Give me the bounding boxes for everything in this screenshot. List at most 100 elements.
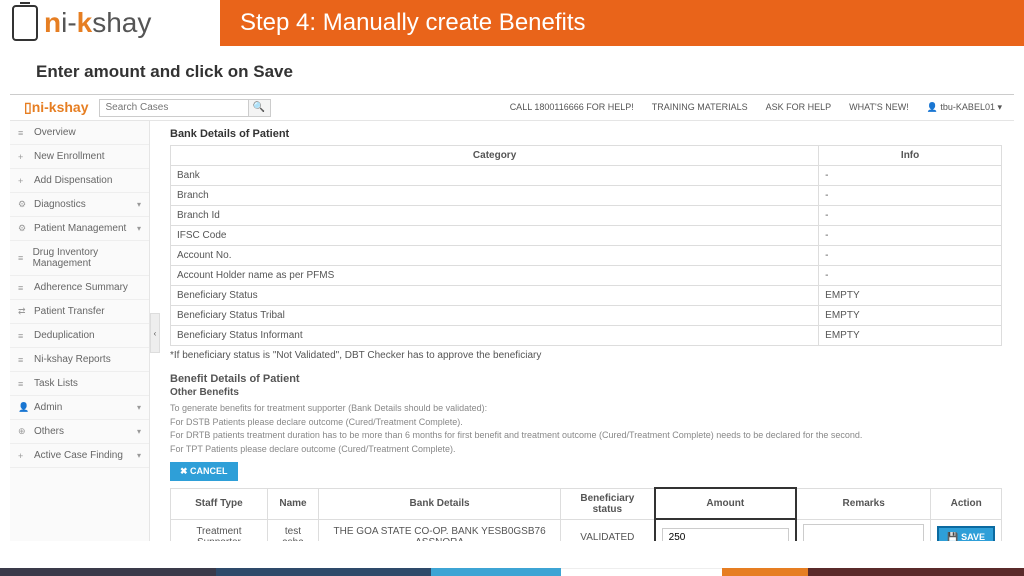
bank-th-category: Category [171,146,819,166]
th-status: Beneficiary status [561,488,655,519]
sidebar-icon: + [18,176,28,186]
bank-cat: Branch Id [171,206,819,226]
sidebar-icon: ≡ [18,355,28,365]
bank-info: - [819,246,1002,266]
bank-cat: Account No. [171,246,819,266]
sidebar-item-8[interactable]: ≡ Deduplication [10,324,149,348]
training-link[interactable]: TRAINING MATERIALS [652,102,748,113]
sidebar-item-3[interactable]: ⚙Diagnostics▾ [10,193,149,217]
bank-cat: Branch [171,186,819,206]
chevron-down-icon: ▾ [137,451,141,460]
cell-amount [655,519,796,541]
sidebar-item-1[interactable]: +New Enrollment [10,145,149,169]
hint-line: For DRTB patients treatment duration has… [170,429,1002,442]
sidebar-item-4[interactable]: ⚙Patient Management▾ [10,217,149,241]
sidebar-label: Drug Inventory Management [33,247,141,269]
amount-input[interactable] [662,528,789,541]
sidebar-item-11[interactable]: 👤Admin▾ [10,396,149,420]
hint-line: For DSTB Patients please declare outcome… [170,416,1002,429]
bank-row: Beneficiary Status TribalEMPTY [171,306,1002,326]
cell-status: VALIDATED [561,519,655,541]
sidebar-icon: ⇄ [18,306,28,317]
app-topbar: ▯ni-kshay 🔍 CALL 1800116666 FOR HELP! TR… [10,95,1014,121]
bank-row: IFSC Code- [171,226,1002,246]
sidebar-collapse-button[interactable]: ‹ [150,313,160,353]
footer-color-bar [0,568,1024,576]
cancel-button[interactable]: ✖ CANCEL [170,462,238,481]
remarks-input[interactable] [803,524,924,541]
sidebar-item-10[interactable]: ≡Task Lists [10,372,149,396]
sidebar-item-12[interactable]: ⊕Others▾ [10,420,149,444]
bank-row: Beneficiary StatusEMPTY [171,286,1002,306]
sidebar: ≡Overview+New Enrollment+Add Dispensatio… [10,121,150,541]
cell-action: 💾 SAVE [931,519,1002,541]
sidebar-label: Patient Transfer [34,306,105,317]
bank-row: Account Holder name as per PFMS- [171,266,1002,286]
sidebar-item-7[interactable]: ⇄ Patient Transfer [10,300,149,324]
save-button[interactable]: 💾 SAVE [937,526,995,541]
brand-logo: ni-kshay [0,0,220,46]
search-input[interactable] [99,99,249,117]
chevron-down-icon: ▾ [137,403,141,412]
bank-th-info: Info [819,146,1002,166]
sidebar-icon: + [18,152,28,162]
th-staff: Staff Type [171,488,268,519]
slide-header: ni-kshay Step 4: Manually create Benefit… [0,0,1024,46]
sidebar-label: Adherence Summary [34,282,128,293]
sidebar-item-0[interactable]: ≡Overview [10,121,149,145]
bank-info: EMPTY [819,286,1002,306]
sidebar-icon: 👤 [18,402,28,413]
th-remarks: Remarks [796,488,931,519]
benefit-subtitle: Other Benefits [170,385,1002,402]
slide-subtitle: Enter amount and click on Save [0,46,1024,94]
bank-row: Branch Id- [171,206,1002,226]
bank-row: Branch- [171,186,1002,206]
sidebar-label: Others [34,426,64,437]
th-amount: Amount [655,488,796,519]
sidebar-label: Task Lists [34,378,78,389]
sidebar-label: Add Dispensation [34,175,112,186]
sidebar-label: Diagnostics [34,199,86,210]
sidebar-item-2[interactable]: + Add Dispensation [10,169,149,193]
sidebar-label: Deduplication [34,330,95,341]
bank-cat: Beneficiary Status [171,286,819,306]
app-frame: ▯ni-kshay 🔍 CALL 1800116666 FOR HELP! TR… [10,94,1014,541]
sidebar-icon: ≡ [18,128,28,138]
bank-row: Account No.- [171,246,1002,266]
sidebar-item-13[interactable]: +Active Case Finding▾ [10,444,149,468]
search-button[interactable]: 🔍 [249,99,271,117]
bank-section-title: Bank Details of Patient [170,125,1002,143]
sidebar-label: Active Case Finding [34,450,123,461]
main-content: Bank Details of Patient Category Info Ba… [150,121,1014,541]
th-name: Name [267,488,318,519]
cell-remarks [796,519,931,541]
sidebar-item-9[interactable]: ≡Ni-kshay Reports [10,348,149,372]
slide-title: Step 4: Manually create Benefits [220,0,1024,46]
whatsnew-link[interactable]: WHAT'S NEW! [849,102,909,113]
sidebar-label: Patient Management [34,223,126,234]
sidebar-icon: ⊕ [18,426,28,437]
top-links: CALL 1800116666 FOR HELP! TRAINING MATER… [510,102,1010,113]
app-logo: ▯ni-kshay [14,99,99,116]
bank-note: *If beneficiary status is "Not Validated… [170,346,1002,365]
chevron-down-icon: ▾ [137,224,141,233]
help-line-link[interactable]: CALL 1800116666 FOR HELP! [510,102,634,113]
hint-line: For TPT Patients please declare outcome … [170,443,1002,456]
user-menu[interactable]: 👤 tbu-KABEL01 ▾ [927,102,1002,113]
benefit-table: Staff Type Name Bank Details Beneficiary… [170,487,1002,541]
bank-info: EMPTY [819,326,1002,346]
sidebar-item-6[interactable]: ≡Adherence Summary [10,276,149,300]
bank-cat: Bank [171,166,819,186]
sidebar-icon: ≡ [18,331,28,341]
sidebar-icon: ⚙ [18,199,28,210]
phone-icon [12,5,38,41]
bank-info: - [819,226,1002,246]
hint-line: To generate benefits for treatment suppo… [170,402,1002,415]
bank-cat: Account Holder name as per PFMS [171,266,819,286]
bank-info: - [819,266,1002,286]
cell-staff: Treatment Supporter [171,519,268,541]
th-action: Action [931,488,1002,519]
cell-bank: THE GOA STATE CO-OP. BANK YESB0GSB76 ASS… [319,519,561,541]
sidebar-item-5[interactable]: ≡Drug Inventory Management [10,241,149,276]
ask-help-link[interactable]: ASK FOR HELP [766,102,832,113]
